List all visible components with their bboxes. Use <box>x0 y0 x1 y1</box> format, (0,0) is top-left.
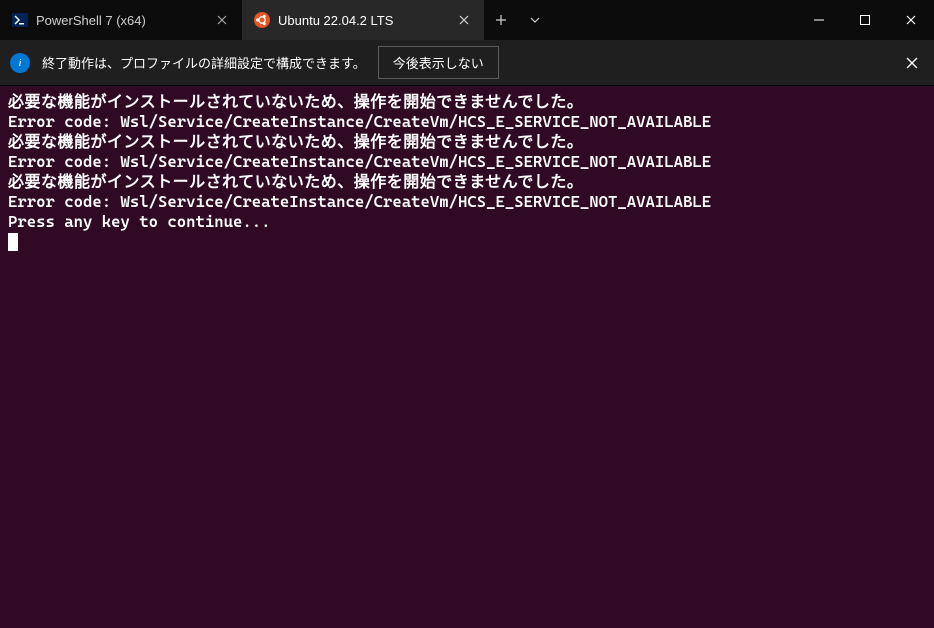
terminal-line: 必要な機能がインストールされていないため、操作を開始できませんでした。 <box>8 132 926 152</box>
titlebar-drag-area[interactable] <box>552 0 796 40</box>
tab-label: PowerShell 7 (x64) <box>36 13 206 28</box>
terminal-cursor-line <box>8 232 926 252</box>
window-controls <box>796 0 934 40</box>
close-icon[interactable] <box>456 12 472 28</box>
close-window-button[interactable] <box>888 0 934 40</box>
tab-ubuntu[interactable]: Ubuntu 22.04.2 LTS <box>242 0 484 40</box>
terminal-line: Press any key to continue... <box>8 212 926 232</box>
terminal-line: Error code: Wsl/Service/CreateInstance/C… <box>8 152 926 172</box>
infobar: i 終了動作は、プロファイルの詳細設定で構成できます。 今後表示しない <box>0 40 934 86</box>
dismiss-forever-button[interactable]: 今後表示しない <box>378 46 499 79</box>
newtab-area <box>484 0 552 40</box>
info-icon: i <box>10 53 30 73</box>
terminal-line: Error code: Wsl/Service/CreateInstance/C… <box>8 112 926 132</box>
powershell-icon <box>12 12 28 28</box>
infobar-text: 終了動作は、プロファイルの詳細設定で構成できます。 <box>42 53 366 72</box>
close-icon[interactable] <box>214 12 230 28</box>
terminal-line: 必要な機能がインストールされていないため、操作を開始できませんでした。 <box>8 92 926 112</box>
tabs: PowerShell 7 (x64) Ubuntu 22.04.2 LTS <box>0 0 484 40</box>
new-tab-button[interactable] <box>484 14 518 26</box>
tab-powershell[interactable]: PowerShell 7 (x64) <box>0 0 242 40</box>
ubuntu-icon <box>254 12 270 28</box>
infobar-close-button[interactable] <box>900 51 924 75</box>
cursor <box>8 233 18 251</box>
terminal-line: 必要な機能がインストールされていないため、操作を開始できませんでした。 <box>8 172 926 192</box>
tab-dropdown-button[interactable] <box>518 15 552 25</box>
minimize-button[interactable] <box>796 0 842 40</box>
tab-label: Ubuntu 22.04.2 LTS <box>278 13 448 28</box>
maximize-button[interactable] <box>842 0 888 40</box>
terminal-output[interactable]: 必要な機能がインストールされていないため、操作を開始できませんでした。Error… <box>0 86 934 628</box>
terminal-line: Error code: Wsl/Service/CreateInstance/C… <box>8 192 926 212</box>
titlebar: PowerShell 7 (x64) Ubuntu 22.04.2 LTS <box>0 0 934 40</box>
